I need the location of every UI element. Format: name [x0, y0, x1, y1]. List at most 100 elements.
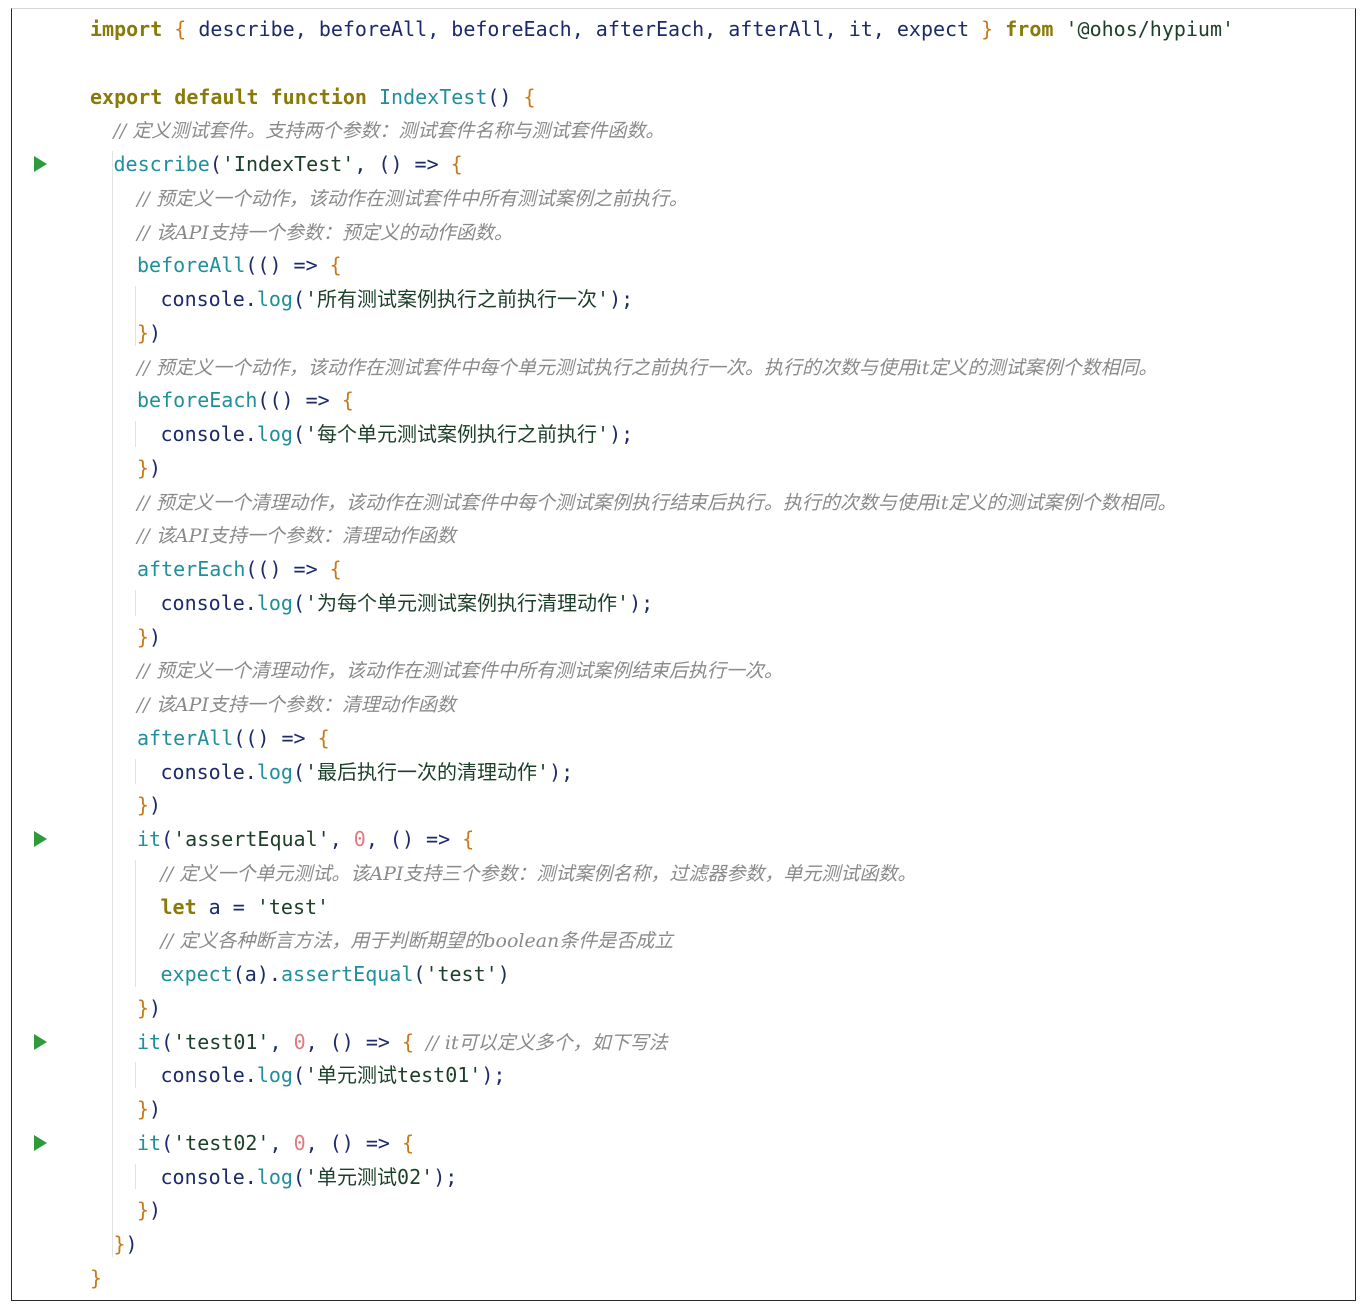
code-token: {	[401, 1130, 414, 1155]
code-token: }	[981, 17, 994, 41]
code-token: it	[137, 1130, 162, 1155]
code-token: , () =>	[305, 1130, 402, 1155]
code-token: log	[256, 1164, 293, 1189]
indent-guide	[135, 589, 136, 616]
code-token: (	[292, 1063, 306, 1088]
code-token: console	[160, 590, 245, 615]
code-token: '所有测试案例执行之前执行一次'	[305, 287, 610, 311]
code-token: afterEach	[595, 17, 705, 41]
run-test-icon[interactable]	[34, 831, 47, 847]
code-line: // 预定义一个清理动作，该动作在测试套件中每个测试案例执行结束后执行。执行的次…	[137, 485, 1177, 519]
code-token: ,	[329, 827, 354, 851]
code-token: log	[256, 1063, 293, 1088]
code-token: }	[137, 793, 150, 818]
code-token: }	[137, 995, 150, 1020]
code-token: '每个单元测试案例执行之前执行'	[305, 422, 610, 446]
code-line: console.log('单元测试test01');	[161, 1058, 506, 1092]
code-token: )	[149, 1198, 162, 1223]
code-token: ,	[294, 17, 319, 41]
code-line: // 定义一个单元测试。该API支持三个参数：测试案例名称，过滤器参数，单元测试…	[161, 856, 917, 890]
code-token: (() =>	[257, 388, 342, 413]
code-token: IndexTest	[379, 84, 488, 109]
code-token: '为每个单元测试案例执行清理动作'	[305, 590, 630, 615]
code-token: console	[160, 1063, 245, 1088]
code-token: );	[481, 1063, 506, 1088]
code-token: // 预定义一个动作，该动作在测试套件中每个单元测试执行之前执行一次。执行的次数…	[137, 356, 1158, 379]
code-token: )	[149, 455, 162, 480]
code-line: expect(a).assertEqual('test')	[161, 957, 510, 991]
code-token: beforeAll	[318, 17, 428, 41]
code-token: .	[244, 1164, 257, 1189]
code-token: 0	[293, 1029, 306, 1054]
code-token: (	[161, 827, 174, 851]
code-token: (	[413, 962, 426, 986]
code-token: }	[137, 624, 150, 649]
code-editor-frame: import { describe, beforeAll, beforeEach…	[11, 8, 1356, 1301]
code-token: (() =>	[233, 725, 318, 750]
code-token: )	[149, 793, 162, 818]
code-token: , () =>	[305, 1029, 402, 1054]
code-token: 'test02'	[173, 1130, 270, 1155]
code-token: {	[329, 253, 342, 278]
code-line: console.log('单元测试02');	[161, 1160, 458, 1194]
code-token: {	[462, 827, 475, 851]
code-token: describe	[186, 17, 295, 41]
code-token: ,	[427, 17, 452, 41]
code-token: '单元测试02'	[305, 1164, 434, 1189]
code-token: log	[256, 422, 293, 446]
code-token: // it可以定义多个，如下写法	[426, 1031, 668, 1054]
code-token: )	[149, 1097, 162, 1121]
code-token: let	[160, 894, 197, 919]
code-token: afterAll	[137, 725, 234, 750]
code-token: // 定义测试套件。支持两个参数：测试套件名称与测试套件函数。	[113, 120, 665, 143]
code-token: (	[292, 590, 306, 615]
code-token: console	[160, 422, 245, 446]
code-token: (	[161, 1029, 174, 1054]
code-line: console.log('为每个单元测试案例执行清理动作');	[161, 586, 654, 620]
code-token: ).	[256, 962, 281, 986]
run-test-icon[interactable]	[34, 1134, 47, 1151]
code-line: let a = 'test'	[161, 890, 330, 924]
code-token: }	[137, 320, 150, 345]
code-token: }	[137, 455, 150, 480]
code-token: // 预定义一个动作，该动作在测试套件中所有测试案例之前执行。	[137, 187, 688, 210]
run-test-icon[interactable]	[34, 156, 47, 172]
code-token: (	[292, 422, 306, 446]
indent-guide	[135, 859, 136, 987]
code-token: .	[244, 422, 257, 446]
code-token: export default function	[90, 84, 367, 109]
code-editor[interactable]: import { describe, beforeAll, beforeEach…	[12, 9, 1355, 1300]
indent-guide	[135, 1163, 136, 1190]
code-token: log	[256, 590, 293, 615]
code-token: )	[149, 624, 162, 649]
code-token: );	[433, 1164, 458, 1189]
code-token: .	[244, 759, 257, 784]
code-token: it	[137, 1029, 162, 1054]
code-token: describe	[113, 152, 210, 176]
code-token: // 预定义一个清理动作，该动作在测试套件中所有测试案例结束后执行一次。	[137, 660, 783, 683]
code-token: (	[292, 287, 306, 311]
code-line: })	[137, 620, 161, 654]
code-line: it('test01', 0, () => { // it可以定义多个，如下写法	[137, 1025, 668, 1059]
code-token: afterAll	[728, 17, 825, 41]
code-line: })	[137, 991, 161, 1025]
code-token: (	[292, 1164, 306, 1189]
run-test-icon[interactable]	[34, 1033, 47, 1050]
code-token: (	[232, 962, 245, 986]
indent-guide	[135, 421, 136, 447]
code-token: expect	[896, 17, 970, 41]
code-token: }	[137, 1097, 150, 1121]
code-token: }	[90, 1265, 103, 1290]
indent-guide	[135, 1062, 136, 1088]
code-token: )	[149, 995, 162, 1020]
code-token: expect	[160, 962, 233, 986]
code-token: 'test01'	[173, 1029, 270, 1054]
code-token: );	[629, 590, 654, 615]
code-line: afterEach(() => {	[137, 552, 342, 586]
code-token: ,	[824, 17, 849, 41]
code-line: })	[137, 316, 161, 350]
code-token: ,	[269, 1029, 294, 1054]
